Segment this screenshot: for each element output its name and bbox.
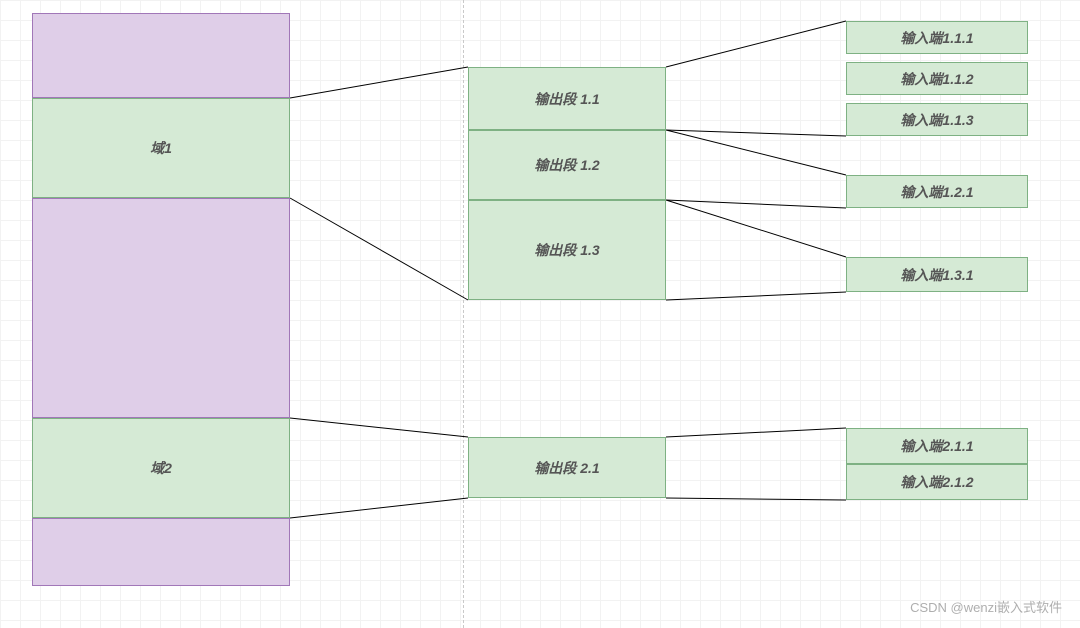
- in-2-1-2-label: 输入端2.1.2: [900, 472, 973, 492]
- in-1-1-1-label: 输入端1.1.1: [900, 28, 973, 48]
- domain2-box: 域2: [32, 418, 290, 518]
- domain2-spacer-bottom: [32, 518, 290, 586]
- domain-spacer-middle: [32, 198, 290, 418]
- in-2-1-2: 输入端2.1.2: [846, 464, 1028, 500]
- in-1-1-2: 输入端1.1.2: [846, 62, 1028, 95]
- domain2-label: 域2: [150, 458, 172, 478]
- in-1-1-3: 输入端1.1.3: [846, 103, 1028, 136]
- in-2-1-1-label: 输入端2.1.1: [900, 436, 973, 456]
- in-1-1-1: 输入端1.1.1: [846, 21, 1028, 54]
- vertical-dashed-divider: [463, 0, 464, 628]
- domain1-spacer-top: [32, 13, 290, 98]
- in-1-3-1: 输入端1.3.1: [846, 257, 1028, 292]
- out-seg-1-3: 输出段 1.3: [468, 200, 666, 300]
- in-2-1-1: 输入端2.1.1: [846, 428, 1028, 464]
- domain1-label: 域1: [150, 138, 172, 158]
- out-seg-1-1-label: 输出段 1.1: [534, 89, 599, 109]
- in-1-3-1-label: 输入端1.3.1: [900, 265, 973, 285]
- in-1-2-1: 输入端1.2.1: [846, 175, 1028, 208]
- domain1-box: 域1: [32, 98, 290, 198]
- in-1-2-1-label: 输入端1.2.1: [900, 182, 973, 202]
- in-1-1-2-label: 输入端1.1.2: [900, 69, 973, 89]
- out-seg-1-2-label: 输出段 1.2: [534, 155, 599, 175]
- in-1-1-3-label: 输入端1.1.3: [900, 110, 973, 130]
- out-seg-2-1-label: 输出段 2.1: [534, 458, 599, 478]
- out-seg-1-3-label: 输出段 1.3: [534, 240, 599, 260]
- out-seg-1-1: 输出段 1.1: [468, 67, 666, 130]
- out-seg-2-1: 输出段 2.1: [468, 437, 666, 498]
- out-seg-1-2: 输出段 1.2: [468, 130, 666, 200]
- watermark: CSDN @wenzi嵌入式软件: [910, 597, 1062, 616]
